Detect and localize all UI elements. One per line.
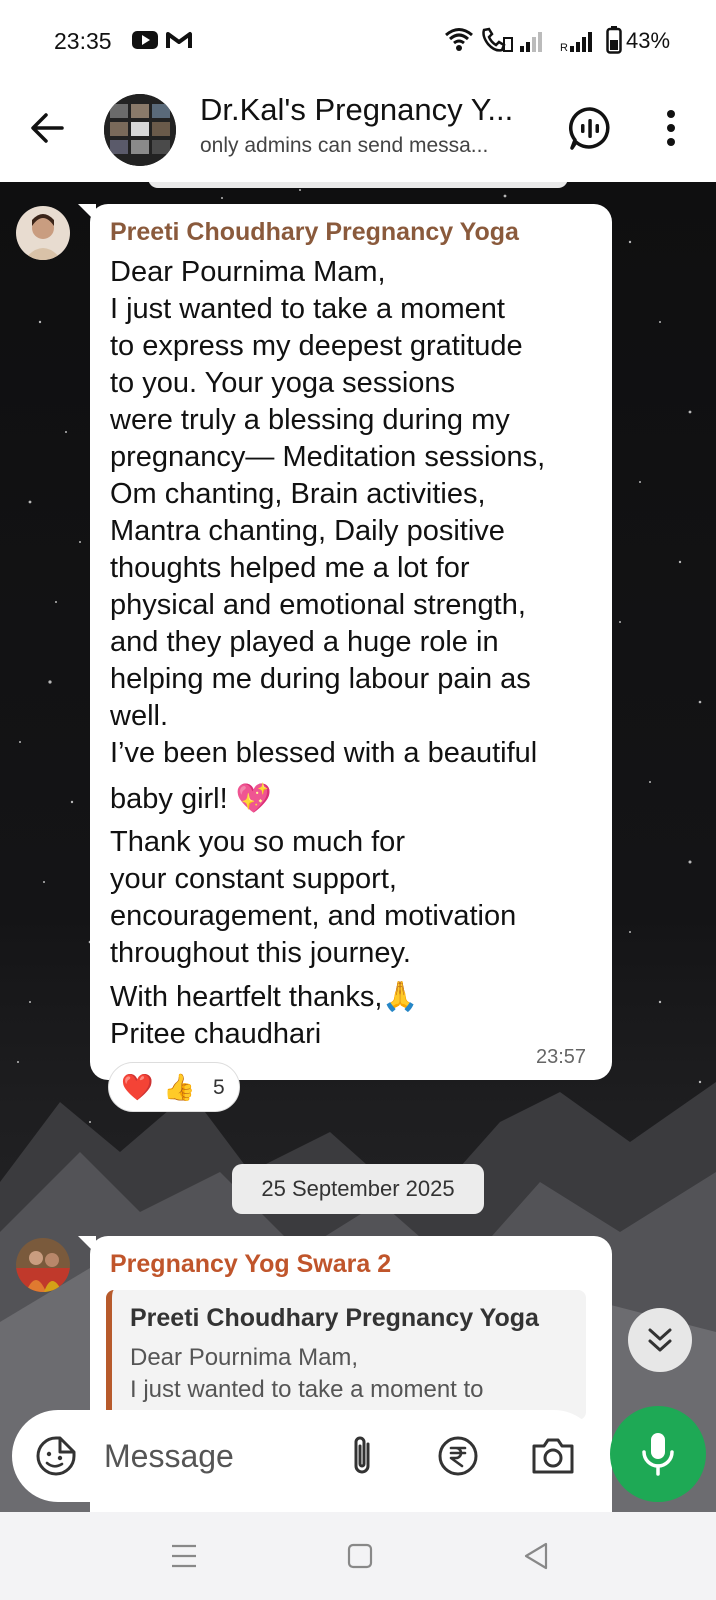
status-time: 23:35 [54, 28, 112, 54]
message-text-line: thoughts helped me a lot for [110, 552, 470, 584]
message-text-line: well. [110, 700, 169, 732]
menu-lines-icon [172, 1544, 196, 1568]
double-chevron-down-icon [648, 1328, 672, 1352]
group-avatar[interactable] [104, 94, 176, 166]
status-bar: 23:35 R 43% [0, 0, 716, 80]
message-text-line: Mantra chanting, Daily positive [110, 515, 505, 547]
message-sender[interactable]: Pregnancy Yog Swara 2 [110, 1250, 391, 1279]
message-text-line: Pritee chaudhari [110, 1018, 322, 1050]
message-text-line: helping me during labour pain as [110, 663, 531, 695]
payment-button[interactable] [436, 1434, 480, 1478]
sender-avatar[interactable] [16, 1238, 70, 1292]
message-text-line: encouragement, and motivation [110, 900, 517, 932]
voice-chat-button[interactable] [566, 104, 614, 152]
message-text-line: and they played a huge role in [110, 626, 499, 658]
message-timestamp: 23:57 [536, 1046, 587, 1068]
wifi-call-icon [480, 26, 514, 59]
message-text-line: to you. Your yoga sessions [110, 367, 456, 399]
quoted-message[interactable]: Preeti Choudhary Pregnancy Yoga Dear Pou… [106, 1290, 586, 1420]
recent-apps-button[interactable] [162, 1534, 206, 1578]
triangle-back-icon [524, 1542, 548, 1570]
microphone-icon [642, 1433, 674, 1476]
back-nav-button[interactable] [514, 1534, 558, 1578]
camera-icon [532, 1438, 574, 1474]
more-vertical-icon [667, 110, 675, 146]
voice-chat-icon [569, 107, 610, 150]
arrow-left-icon [31, 113, 64, 143]
wifi-icon [444, 26, 474, 57]
message-text-line: throughout this journey. [110, 937, 411, 969]
reactions-pill[interactable]: ❤️ 👍 5 [108, 1062, 240, 1112]
bubble-tail [78, 1236, 96, 1254]
message-text-line: With heartfelt thanks,🙏 [110, 981, 419, 1013]
message-text-line: pregnancy— Meditation sessions, [110, 441, 546, 473]
back-button[interactable] [26, 106, 70, 150]
message-input[interactable] [104, 1430, 334, 1482]
message-bubble[interactable]: Preeti Choudhary Pregnancy Yoga Dear Pou… [78, 204, 612, 1080]
message-text-line: to express my deepest gratitude [110, 330, 523, 362]
reaction-heart: ❤️ [121, 1072, 154, 1102]
group-title[interactable]: Dr.Kal's Pregnancy Y... [200, 92, 540, 128]
reaction-thumbs-up: 👍 [163, 1072, 196, 1102]
chat-header: Dr.Kal's Pregnancy Y... only admins can … [0, 80, 716, 182]
reaction-count: 5 [213, 1076, 225, 1099]
quoted-text-line: I just wanted to take a moment to [130, 1376, 484, 1403]
scroll-to-bottom-button[interactable] [628, 1308, 692, 1372]
system-navigation-bar [0, 1512, 716, 1600]
voice-message-button[interactable] [610, 1406, 706, 1502]
message-text-line: your constant support, [110, 863, 397, 895]
svg-text:R: R [560, 42, 568, 52]
bubble-tail [78, 204, 96, 222]
message-text-line: were truly a blessing during my [110, 404, 510, 436]
rupee-icon [438, 1436, 478, 1476]
battery-icon [606, 26, 622, 59]
sender-avatar[interactable] [16, 206, 70, 260]
message-text-line: I just wanted to take a moment [110, 293, 505, 325]
signal-roaming-icon: R [560, 30, 594, 57]
message-text-line: physical and emotional strength, [110, 589, 526, 621]
paperclip-icon [354, 1436, 370, 1474]
more-options-button[interactable] [656, 106, 686, 150]
square-icon [347, 1543, 373, 1569]
message-text-line: baby girl! 💖 [110, 783, 272, 815]
group-subtitle: only admins can send messa... [200, 134, 489, 157]
date-separator: 25 September 2025 [232, 1164, 484, 1214]
message-text-line: Om chanting, Brain activities, [110, 478, 486, 510]
emoji-button[interactable] [34, 1434, 78, 1478]
home-button[interactable] [338, 1534, 382, 1578]
camera-button[interactable] [530, 1434, 576, 1478]
youtube-icon [132, 30, 158, 55]
message-sender[interactable]: Preeti Choudhary Pregnancy Yoga [110, 218, 519, 247]
emoji-sticker-icon [36, 1436, 76, 1476]
battery-percentage: 43% [626, 28, 671, 53]
message-text-line: Thank you so much for [110, 826, 405, 858]
quoted-sender: Preeti Choudhary Pregnancy Yoga [130, 1304, 539, 1332]
message-composer [12, 1410, 600, 1502]
quoted-text-line: Dear Pournima Mam, [130, 1344, 359, 1371]
previous-message-edge [148, 182, 568, 188]
chat-area[interactable]: Preeti Choudhary Pregnancy Yoga Dear Pou… [0, 182, 716, 1512]
message-text-line: I’ve been blessed with a beautiful [110, 737, 538, 769]
attach-button[interactable] [342, 1432, 382, 1480]
gmail-icon [166, 31, 192, 54]
message-text-line: Dear Pournima Mam, [110, 256, 386, 288]
signal-icon [520, 30, 544, 57]
